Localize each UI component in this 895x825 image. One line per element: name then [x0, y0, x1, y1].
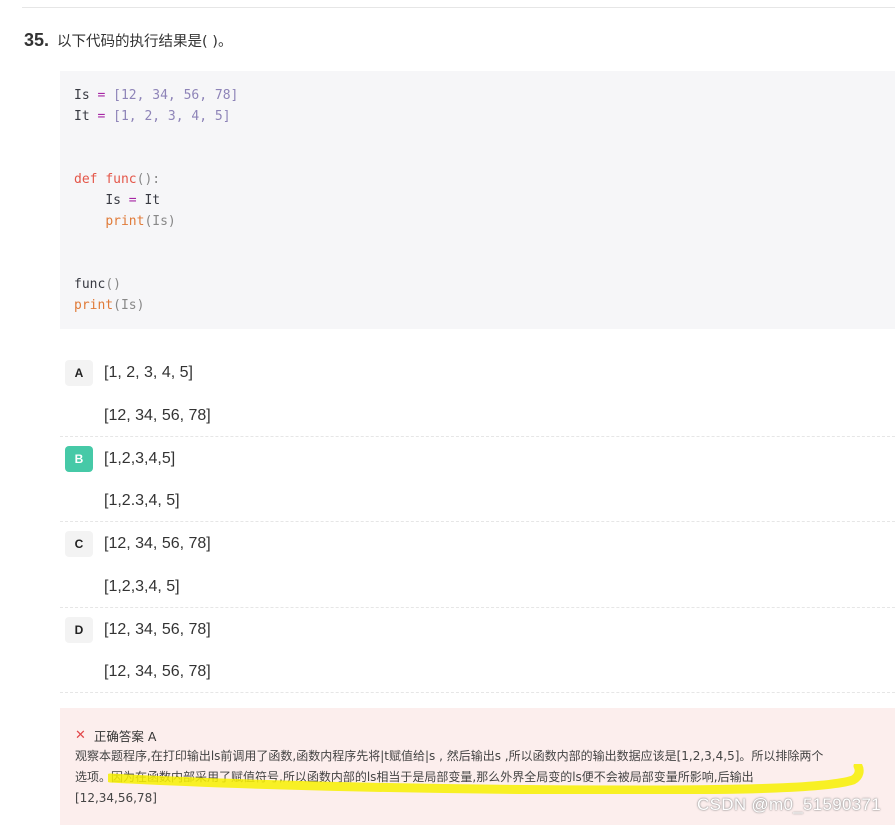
code-token: func: [105, 172, 137, 187]
option-d-line2: [12, 34, 56, 78]: [104, 663, 211, 680]
question-number: 35.: [24, 30, 50, 50]
code-token: [12, 34, 56, 78]: [113, 88, 239, 103]
answer-title: ✕ 正确答案 A: [75, 726, 156, 745]
question-text: 以下代码的执行结果是( )。: [57, 34, 233, 50]
top-divider: [22, 7, 895, 8]
option-b-badge[interactable]: B: [65, 446, 93, 472]
code-token: =: [89, 88, 114, 103]
code-token: (Is): [113, 298, 145, 313]
code-token: (Is): [144, 214, 176, 229]
code-token: (): [105, 277, 121, 292]
option-b-line2: [1,2.3,4, 5]: [104, 492, 180, 509]
answer-line-1: 观察本题程序,在打印输出ls前调用了函数,函数内程序先将|t赋值给|s , 然后…: [75, 749, 824, 763]
code-token: print: [74, 298, 114, 313]
code-token: Is: [105, 193, 121, 208]
option-a-line2: [12, 34, 56, 78]: [104, 407, 211, 424]
code-token: =: [120, 193, 145, 208]
option-d-line1: [12, 34, 56, 78]: [104, 621, 211, 638]
option-b-line1: [1,2,3,4,5]: [104, 450, 176, 467]
question-header: 35. 以下代码的执行结果是( )。: [24, 30, 232, 51]
option-c-line1: [12, 34, 56, 78]: [104, 535, 211, 552]
code-token: =: [89, 109, 114, 124]
code-token: It: [144, 193, 161, 208]
watermark: CSDN @m0_51590371: [697, 795, 881, 814]
code-token: def: [74, 172, 98, 187]
option-b[interactable]: B [1,2,3,4,5] [1,2.3,4, 5]: [60, 437, 895, 522]
option-c[interactable]: C [12, 34, 56, 78] [1,2,3,4, 5]: [60, 522, 895, 608]
close-x-icon: ✕: [75, 728, 86, 743]
option-c-badge[interactable]: C: [65, 531, 93, 557]
code-token: It: [74, 109, 90, 124]
code-token: ():: [136, 172, 161, 187]
answer-title-text: 正确答案 A: [93, 729, 157, 744]
option-d-badge[interactable]: D: [65, 617, 93, 643]
option-a-badge[interactable]: A: [65, 360, 93, 386]
option-c-line2: [1,2,3,4, 5]: [104, 578, 180, 595]
code-block: Is = [12, 34, 56, 78] It = [1, 2, 3, 4, …: [60, 71, 895, 329]
option-a-line1: [1, 2, 3, 4, 5]: [104, 364, 193, 381]
option-divider: [60, 692, 895, 693]
code-token: func: [74, 277, 106, 292]
code-token: print: [105, 214, 145, 229]
code-text: Is = [12, 34, 56, 78] It = [1, 2, 3, 4, …: [74, 85, 895, 316]
code-token: Is: [74, 88, 90, 103]
code-token: [1, 2, 3, 4, 5]: [113, 109, 231, 124]
option-d[interactable]: D [12, 34, 56, 78] [12, 34, 56, 78]: [60, 608, 895, 693]
option-a[interactable]: A [1, 2, 3, 4, 5] [12, 34, 56, 78]: [60, 350, 895, 437]
